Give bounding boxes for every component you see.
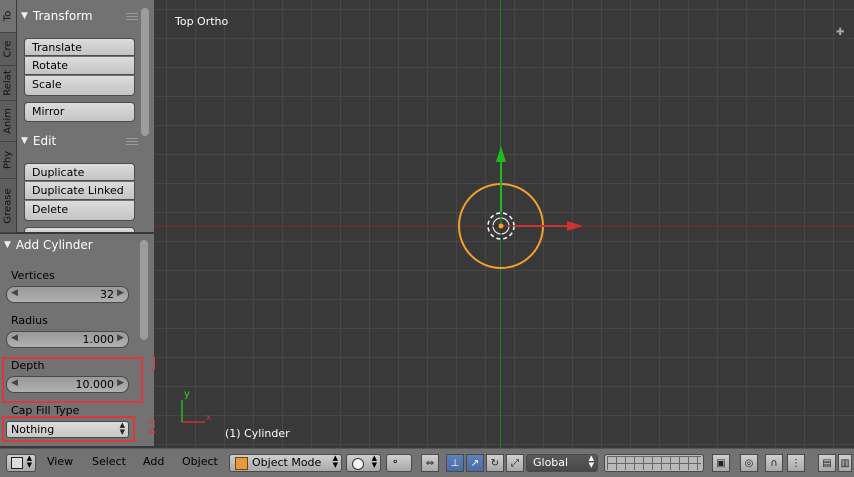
snap-element-icon[interactable]: ⋮ [787, 454, 805, 472]
tab-label: Anim [2, 108, 14, 134]
cap-fill-highlight-box [2, 416, 135, 442]
menu-view[interactable]: View [47, 455, 73, 468]
menu-add[interactable]: Add [143, 455, 164, 468]
solid-shading-icon [352, 458, 364, 470]
object-origin-dot [498, 223, 504, 229]
radius-field[interactable]: ◀ 1.000 ▶ [6, 331, 129, 348]
tab-grease-pencil[interactable]: Grease [0, 179, 16, 233]
drag-grip-icon[interactable] [126, 138, 138, 146]
translate-manipulator-icon[interactable]: ↗ [466, 454, 484, 472]
viewport-icon [11, 457, 23, 469]
gizmo-y-label: y [184, 389, 190, 400]
gizmo-x-label: x [206, 413, 212, 423]
layer-buttons[interactable] [604, 454, 704, 472]
menu-object[interactable]: Object [182, 455, 218, 468]
duplicate-linked-button[interactable]: Duplicate Linked [24, 182, 135, 200]
mode-label: Object Mode [252, 456, 322, 469]
scale-button[interactable]: Scale [24, 76, 135, 96]
tab-label: Grease [2, 187, 14, 224]
x-arrow-icon[interactable] [567, 221, 583, 231]
up-down-arrows-icon: ▲ ▼ [26, 454, 32, 469]
pivot-point-select[interactable]: ⚬ [386, 454, 412, 472]
pivot-icon: ⚬ [391, 457, 400, 468]
render-icon[interactable]: ▤ [818, 454, 836, 472]
add-cylinder-panel: ▼ Add Cylinder Vertices ◀ 32 ▶ Radius ◀ … [0, 233, 154, 446]
drag-grip-icon[interactable] [126, 13, 138, 21]
tool-tabs: To Cre Relat Anim Phy Grease [0, 0, 17, 233]
collapse-triangle-icon: ▼ [21, 11, 28, 21]
menu-select[interactable]: Select [92, 455, 126, 468]
panel-title: Transform [32, 9, 93, 23]
tab-tools[interactable]: To [0, 0, 16, 33]
cube-icon [235, 457, 248, 470]
mode-select[interactable]: Object Mode ▲ ▼ [229, 454, 342, 472]
manipulator-toggle-icon[interactable]: ⊥ [446, 454, 464, 472]
edit-panel-header[interactable]: ▼ Edit [21, 131, 56, 151]
translate-button[interactable]: Translate [24, 38, 135, 56]
vertices-value: 32 [100, 288, 114, 301]
increment-icon[interactable]: ▶ [117, 333, 124, 343]
up-down-arrows-icon: ▲ ▼ [588, 454, 594, 469]
tab-relations[interactable]: Relat [0, 66, 16, 101]
transform-panel-header[interactable]: ▼ Transform [21, 6, 93, 26]
render-animation-icon[interactable]: ▥ [838, 454, 852, 472]
snap-transform-icon[interactable]: ⇔ [421, 454, 439, 472]
tool-shelf-scrollbar[interactable] [141, 8, 149, 136]
depth-highlight-box [2, 357, 143, 403]
tab-physics[interactable]: Phy [0, 142, 16, 179]
viewport-header: ▲ ▼ View Select Add Object Object Mode ▲ ▼… [0, 448, 854, 477]
operator-panel-scrollbar[interactable] [140, 240, 148, 340]
lock-camera-icon[interactable]: ▣ [712, 454, 730, 472]
layer-grid[interactable] [607, 456, 701, 470]
rotate-manipulator-icon[interactable]: ↻ [486, 454, 504, 472]
transform-orientation-select[interactable]: Global ▲ ▼ [526, 454, 598, 472]
increment-icon[interactable]: ▶ [117, 288, 124, 298]
tab-label: Cre [2, 40, 14, 58]
vertices-field[interactable]: ◀ 32 ▶ [6, 286, 129, 303]
operator-panel-header[interactable]: ▼ Add Cylinder [4, 235, 93, 255]
viewport-overlay: y x [181, 146, 583, 423]
next-button-partial[interactable] [24, 227, 135, 232]
radius-label: Radius [11, 314, 48, 327]
scale-manipulator-icon[interactable]: ⤢ [506, 454, 524, 472]
duplicate-button[interactable]: Duplicate [24, 163, 135, 181]
decrement-icon[interactable]: ◀ [11, 288, 18, 298]
proportional-edit-icon[interactable]: ◎ [740, 454, 758, 472]
tab-label: Phy [2, 150, 14, 170]
panel-title: Edit [32, 134, 57, 148]
mirror-button[interactable]: Mirror [24, 102, 135, 122]
tool-shelf: ▼ Transform Translate Rotate Scale Mirro… [17, 0, 154, 232]
delete-button[interactable]: Delete [24, 201, 135, 221]
snap-icon[interactable]: ∩ [765, 454, 783, 472]
orientation-label: Global [533, 456, 569, 469]
up-down-arrows-icon: ▲ ▼ [332, 454, 338, 469]
decrement-icon[interactable]: ◀ [11, 333, 18, 343]
vertices-label: Vertices [11, 269, 55, 282]
tab-create[interactable]: Cre [0, 33, 16, 66]
y-arrow-icon[interactable] [496, 146, 506, 162]
radius-value: 1.000 [82, 333, 115, 346]
collapse-triangle-icon: ▼ [21, 136, 28, 146]
viewport-shading-select[interactable]: ▲ ▼ [346, 454, 381, 472]
tab-label: To [2, 10, 14, 22]
active-object-label: (1) Cylinder [225, 427, 290, 440]
editor-type-button[interactable]: ▲ ▼ [6, 454, 36, 472]
tab-animation[interactable]: Anim [0, 101, 16, 142]
rotate-button[interactable]: Rotate [24, 57, 135, 75]
collapse-triangle-icon: ▼ [4, 240, 11, 250]
3d-viewport[interactable]: Top Ortho ✚ y x (1) Cylinder [155, 0, 854, 448]
up-down-arrows-icon: ▲ ▼ [371, 454, 377, 469]
tab-label: Relat [2, 70, 14, 96]
panel-title: Add Cylinder [15, 238, 93, 252]
